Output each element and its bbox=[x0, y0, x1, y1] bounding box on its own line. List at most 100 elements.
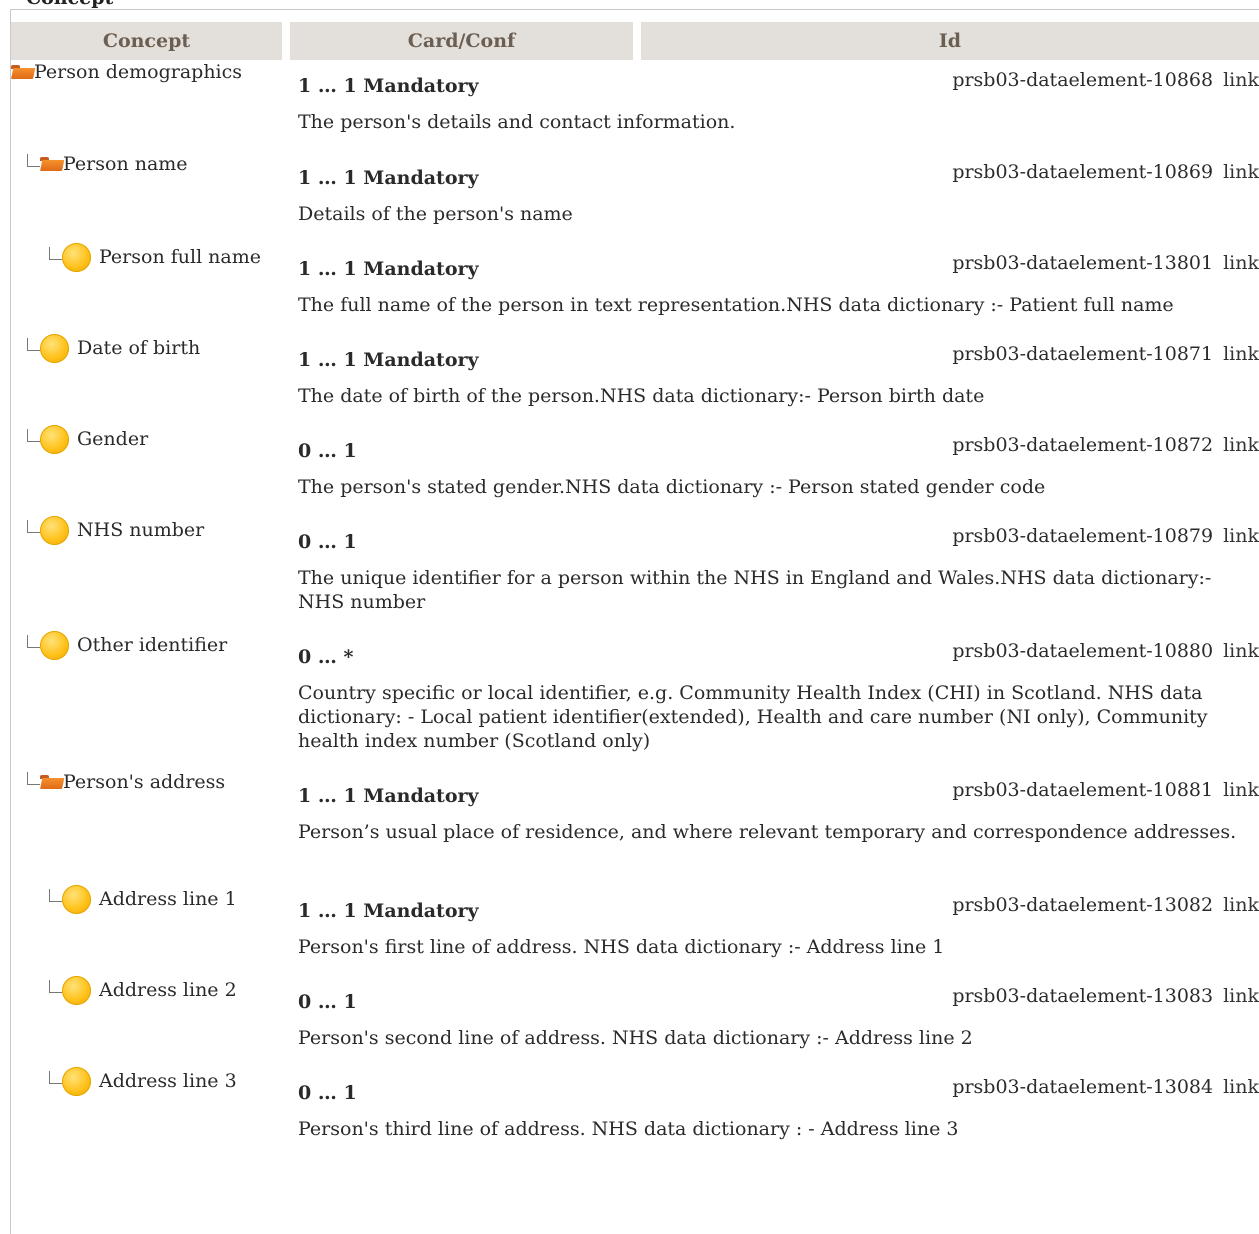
element-link[interactable]: link bbox=[1223, 434, 1259, 456]
table-row: Gender 0 … 1 prsb03-dataelement-10872 link bbox=[11, 425, 1259, 475]
element-id: prsb03-dataelement-10881 bbox=[952, 779, 1214, 801]
element-link[interactable]: link bbox=[1223, 640, 1259, 662]
id-cell: prsb03-dataelement-10881 link bbox=[641, 770, 1259, 820]
leaf-icon bbox=[62, 885, 91, 914]
card-conf-cell: 1 … 1 Mandatory bbox=[298, 785, 479, 807]
element-link[interactable]: link bbox=[1223, 985, 1259, 1007]
card-conf-cell: 0 … 1 bbox=[298, 440, 357, 462]
id-cell: prsb03-dataelement-10868 link bbox=[641, 60, 1259, 110]
element-link[interactable]: link bbox=[1223, 343, 1259, 365]
description-cell: Person's first line of address. NHS data… bbox=[298, 936, 945, 958]
tree-connector-icon bbox=[27, 338, 40, 351]
element-link[interactable]: link bbox=[1223, 161, 1259, 183]
tree-connector-icon bbox=[49, 1071, 62, 1084]
element-id: prsb03-dataelement-13083 bbox=[952, 985, 1214, 1007]
table-row: Person name 1 … 1 Mandatory prsb03-dataele… bbox=[11, 152, 1259, 202]
card-conf-cell: 1 … 1 Mandatory bbox=[298, 258, 479, 280]
id-cell: prsb03-dataelement-10879 link bbox=[641, 516, 1259, 566]
concept-cell[interactable]: Person's address bbox=[11, 770, 290, 885]
id-cell: prsb03-dataelement-10869 link bbox=[641, 152, 1259, 202]
description-cell: Person's third line of address. NHS data… bbox=[298, 1118, 959, 1140]
concept-label: NHS number bbox=[77, 519, 205, 541]
concept-label: Address line 2 bbox=[99, 979, 237, 1001]
concept-cell[interactable]: Other identifier bbox=[11, 631, 290, 770]
table-row: Person's address 1 … 1 Mandatory prsb03-da… bbox=[11, 770, 1259, 820]
id-cell: prsb03-dataelement-10880 link bbox=[641, 631, 1259, 681]
description-cell: The date of birth of the person.NHS data… bbox=[298, 385, 985, 407]
card-conf-cell: 1 … 1 Mandatory bbox=[298, 167, 479, 189]
concept-label: Address line 3 bbox=[99, 1070, 237, 1092]
clipped-heading: Concept bbox=[0, 0, 1259, 9]
folder-icon bbox=[40, 157, 63, 171]
table-row: Person demographics 1 … 1 Mandatory prsb03… bbox=[11, 60, 1259, 110]
concept-label: Person name bbox=[63, 153, 188, 175]
element-link[interactable]: link bbox=[1223, 894, 1259, 916]
element-id: prsb03-dataelement-13082 bbox=[952, 894, 1214, 916]
table-row: Address line 2 0 … 1 prsb03-dataelement-13… bbox=[11, 976, 1259, 1026]
concept-label: Other identifier bbox=[77, 634, 228, 656]
table-header-row: Concept Card/Conf Id bbox=[11, 22, 1259, 60]
id-cell: prsb03-dataelement-13083 link bbox=[641, 976, 1259, 1026]
table-row: Person full name 1 … 1 Mandatory prsb03-da… bbox=[11, 243, 1259, 293]
leaf-icon bbox=[62, 243, 91, 272]
element-id: prsb03-dataelement-10871 bbox=[952, 343, 1214, 365]
concept-label: Gender bbox=[77, 428, 149, 450]
concept-cell[interactable]: Date of birth bbox=[11, 334, 290, 425]
element-link[interactable]: link bbox=[1223, 779, 1259, 801]
table-row: Other identifier 0 … * prsb03-dataelement-… bbox=[11, 631, 1259, 681]
concept-cell[interactable]: Person demographics bbox=[11, 60, 290, 152]
tree-connector-icon bbox=[27, 429, 40, 442]
id-cell: prsb03-dataelement-13082 link bbox=[641, 885, 1259, 935]
leaf-icon bbox=[62, 976, 91, 1005]
concept-cell[interactable]: Person full name bbox=[11, 243, 290, 334]
column-header-concept[interactable]: Concept bbox=[11, 22, 290, 60]
element-id: prsb03-dataelement-13801 bbox=[952, 252, 1214, 274]
column-header-card-conf[interactable]: Card/Conf bbox=[290, 22, 641, 60]
column-header-id[interactable]: Id bbox=[641, 22, 1259, 60]
tree-connector-icon bbox=[27, 154, 40, 167]
table-row: Address line 3 0 … 1 prsb03-dataelement-13… bbox=[11, 1067, 1259, 1117]
concept-cell[interactable]: Address line 1 bbox=[11, 885, 290, 976]
description-cell: The unique identifier for a person withi… bbox=[298, 567, 1212, 613]
tree-connector-icon bbox=[49, 889, 62, 902]
element-link[interactable]: link bbox=[1223, 525, 1259, 547]
card-conf-cell: 1 … 1 Mandatory bbox=[298, 900, 479, 922]
leaf-icon bbox=[62, 1067, 91, 1096]
leaf-icon bbox=[40, 516, 69, 545]
id-cell: prsb03-dataelement-13084 link bbox=[641, 1067, 1259, 1117]
folder-icon bbox=[40, 775, 63, 789]
concept-label: Person demographics bbox=[34, 61, 243, 83]
id-cell: prsb03-dataelement-10871 link bbox=[641, 334, 1259, 384]
description-cell: Country specific or local identifier, e.… bbox=[298, 682, 1208, 752]
leaf-icon bbox=[40, 631, 69, 660]
card-conf-cell: 1 … 1 Mandatory bbox=[298, 349, 479, 371]
concept-label: Person full name bbox=[99, 246, 262, 268]
element-link[interactable]: link bbox=[1223, 69, 1259, 91]
element-link[interactable]: link bbox=[1223, 252, 1259, 274]
tree-connector-icon bbox=[49, 247, 62, 260]
element-id: prsb03-dataelement-10869 bbox=[952, 161, 1214, 183]
card-conf-cell: 0 … 1 bbox=[298, 1082, 357, 1104]
description-cell: Person's second line of address. NHS dat… bbox=[298, 1027, 973, 1049]
concept-cell[interactable]: Person name bbox=[11, 152, 290, 243]
card-conf-cell: 0 … * bbox=[298, 646, 354, 668]
concept-cell[interactable]: Address line 2 bbox=[11, 976, 290, 1067]
tree-connector-icon bbox=[27, 772, 40, 785]
element-link[interactable]: link bbox=[1223, 1076, 1259, 1098]
leaf-icon bbox=[40, 425, 69, 454]
concept-cell[interactable]: Address line 3 bbox=[11, 1067, 290, 1158]
concept-cell[interactable]: Gender bbox=[11, 425, 290, 516]
id-cell: prsb03-dataelement-10872 link bbox=[641, 425, 1259, 475]
table-row: Address line 1 1 … 1 Mandatory prsb03-data… bbox=[11, 885, 1259, 935]
concept-label: Address line 1 bbox=[99, 888, 237, 910]
concept-cell[interactable]: NHS number bbox=[11, 516, 290, 631]
description-cell: The person's details and contact informa… bbox=[298, 111, 736, 133]
card-conf-cell: 0 … 1 bbox=[298, 531, 357, 553]
tree-connector-icon bbox=[49, 980, 62, 993]
element-id: prsb03-dataelement-10872 bbox=[952, 434, 1214, 456]
tree-connector-icon bbox=[27, 635, 40, 648]
concept-label: Person's address bbox=[63, 771, 226, 793]
card-conf-cell: 0 … 1 bbox=[298, 991, 357, 1013]
folder-icon bbox=[11, 65, 34, 79]
description-cell: The full name of the person in text repr… bbox=[298, 294, 1174, 316]
